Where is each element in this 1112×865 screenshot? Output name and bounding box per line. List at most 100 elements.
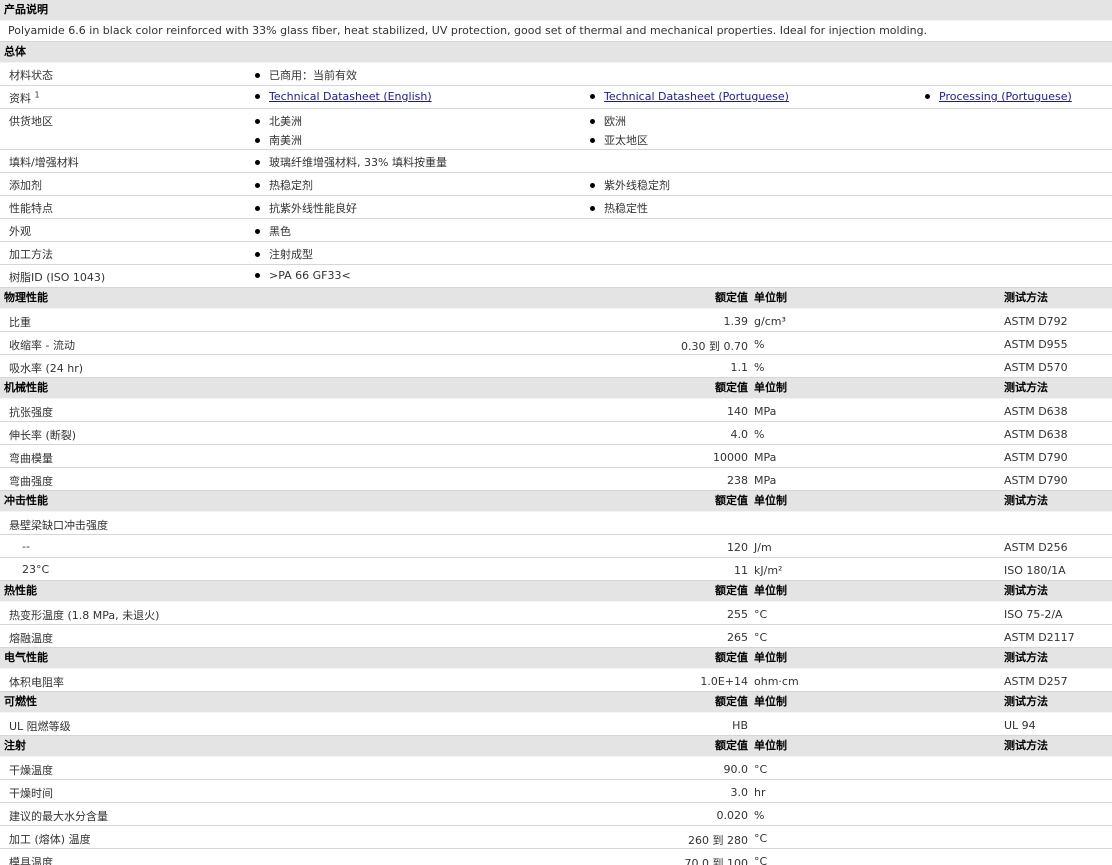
property-test-method: ASTM D570	[1004, 361, 1068, 374]
property-row: 伸长率 (断裂) 4.0% ASTM D638	[0, 422, 1112, 445]
property-label: 伸长率 (断裂)	[9, 429, 77, 442]
property-label: UL 阻燃等级	[9, 720, 71, 733]
property-label: 干燥时间	[9, 787, 53, 800]
property-unit: J/m	[754, 541, 772, 554]
property-nominal-value: 140	[727, 405, 748, 418]
header-test-method: 测试方法	[1004, 381, 1048, 394]
property-unit: g/cm³	[754, 315, 786, 328]
header-unit: 单位制	[754, 291, 787, 304]
property-row: 吸水率 (24 hr) 1.1% ASTM D570	[0, 355, 1112, 378]
section-header-physical: 物理性能 额定值 单位制 测试方法	[0, 288, 1112, 309]
property-test-method: ISO 180/1A	[1004, 564, 1066, 577]
property-label: 模具温度	[9, 856, 53, 865]
property-unit: ohm·cm	[754, 675, 799, 688]
property-row: 干燥时间 3.0 hr	[0, 780, 1112, 803]
property-label: 收缩率 - 流动	[9, 339, 75, 352]
row-availability: 供货地区 北美洲 欧洲 南美洲 亚太地区	[0, 109, 1112, 150]
section-header-mechanical: 机械性能 额定值 单位制 测试方法	[0, 378, 1112, 399]
header-test-method: 测试方法	[1004, 695, 1048, 708]
row-label: 填料/增强材料	[9, 156, 79, 169]
link-datasheet-english[interactable]: Technical Datasheet (English)	[269, 90, 432, 103]
property-label: 弯曲模量	[9, 452, 53, 465]
header-unit: 单位制	[754, 494, 787, 507]
property-row: 弯曲模量 10000 MPa ASTM D790	[0, 445, 1112, 468]
bullet-item: Processing (Portuguese)	[925, 90, 1072, 103]
row-label: 性能特点	[9, 202, 53, 215]
property-nominal-value: 0.020	[716, 809, 749, 822]
property-unit: hr	[754, 786, 766, 799]
row-features: 性能特点 抗紫外线性能良好 热稳定性	[0, 196, 1112, 219]
bullet-item: 已商用：当前有效	[255, 67, 357, 83]
property-row: 抗张强度 140 MPa ASTM D638	[0, 399, 1112, 422]
header-nominal: 额定值	[715, 291, 748, 304]
property-label: --	[22, 540, 30, 553]
row-processing-method: 加工方法 注射成型	[0, 242, 1112, 265]
property-label: 比重	[9, 316, 31, 329]
datasheet-page: 产品说明 Polyamide 6.6 in black color reinfo…	[0, 0, 1112, 865]
property-unit: °C	[754, 763, 768, 776]
property-test-method: UL 94	[1004, 719, 1036, 732]
row-label: 材料状态	[9, 69, 53, 82]
row-additive: 添加剂 热稳定剂 紫外线稳定剂	[0, 173, 1112, 196]
property-test-method: ASTM D256	[1004, 541, 1068, 554]
property-label: 弯曲强度	[9, 475, 53, 488]
property-nominal-value: 265	[727, 631, 748, 644]
header-test-method: 测试方法	[1004, 584, 1048, 597]
header-unit: 单位制	[754, 695, 787, 708]
link-processing-portuguese[interactable]: Processing (Portuguese)	[939, 90, 1072, 103]
property-label: 体积电阻率	[9, 676, 64, 689]
property-unit: °C	[754, 631, 768, 644]
property-nominal-value: 90.0	[723, 763, 749, 776]
header-unit: 单位制	[754, 381, 787, 394]
section-title: 产品说明	[4, 3, 48, 16]
section-header-description: 产品说明	[0, 0, 1112, 21]
property-unit: %	[754, 428, 765, 441]
link-datasheet-portuguese[interactable]: Technical Datasheet (Portuguese)	[604, 90, 789, 103]
bullet-item: 亚太地区	[590, 132, 648, 148]
bullet-item: 玻璃纤维增强材料, 33% 填料按重量	[255, 154, 447, 170]
property-nominal-value: 11	[734, 564, 748, 577]
property-test-method: ISO 75-2/A	[1004, 608, 1063, 621]
property-row: UL 阻燃等级 HB UL 94	[0, 713, 1112, 736]
property-unit: %	[754, 809, 765, 822]
section-header-electrical: 电气性能 额定值 单位制 测试方法	[0, 648, 1112, 669]
property-unit: MPa	[754, 474, 777, 487]
property-row: 弯曲强度 238 MPa ASTM D790	[0, 468, 1112, 491]
bullet-item: 南美洲	[255, 132, 302, 148]
property-label: 熔融温度	[9, 632, 53, 645]
row-label: 供货地区	[9, 115, 53, 128]
row-label: 资料 1	[9, 90, 40, 105]
property-label: 干燥温度	[9, 764, 53, 777]
header-test-method: 测试方法	[1004, 494, 1048, 507]
property-test-method: ASTM D2117	[1004, 631, 1075, 644]
header-nominal: 额定值	[715, 381, 748, 394]
property-test-method: ASTM D638	[1004, 405, 1068, 418]
header-nominal: 额定值	[715, 695, 748, 708]
property-unit: MPa	[754, 405, 777, 418]
property-unit: kJ/m²	[754, 564, 783, 577]
row-literature: 资料 1 Technical Datasheet (English) Techn…	[0, 86, 1112, 109]
header-nominal: 额定值	[715, 651, 748, 664]
property-nominal-value: 10000	[713, 451, 748, 464]
bullet-item: 热稳定性	[590, 200, 648, 216]
property-test-method: ASTM D790	[1004, 474, 1068, 487]
property-unit: MPa	[754, 451, 777, 464]
row-label: 添加剂	[9, 179, 42, 192]
property-row: 23°C 11 kJ/m² ISO 180/1A	[0, 558, 1112, 581]
property-row: 熔融温度 265 °C ASTM D2117	[0, 625, 1112, 648]
product-description-text: Polyamide 6.6 in black color reinforced …	[0, 21, 1112, 42]
property-label: 23°C	[22, 563, 50, 576]
header-nominal: 额定值	[715, 584, 748, 597]
property-sections: 物理性能 额定值 单位制 测试方法 比重 1.39 g/cm³ ASTM D792 收缩率 - …	[0, 288, 1112, 865]
property-label: 建议的最大水分含量	[9, 810, 108, 823]
property-nominal-value: 238	[727, 474, 748, 487]
property-unit: °C	[754, 608, 768, 621]
property-label: 加工 (熔体) 温度	[9, 833, 91, 846]
property-row: 模具温度 70.0 到 100 °C	[0, 849, 1112, 865]
header-unit: 单位制	[754, 584, 787, 597]
property-nominal-value: 3.0	[730, 786, 749, 799]
row-material-status: 材料状态 已商用：当前有效	[0, 63, 1112, 86]
property-row: 干燥温度 90.0 °C	[0, 757, 1112, 780]
property-nominal-value: HB	[732, 719, 748, 732]
property-unit: %	[754, 361, 765, 374]
